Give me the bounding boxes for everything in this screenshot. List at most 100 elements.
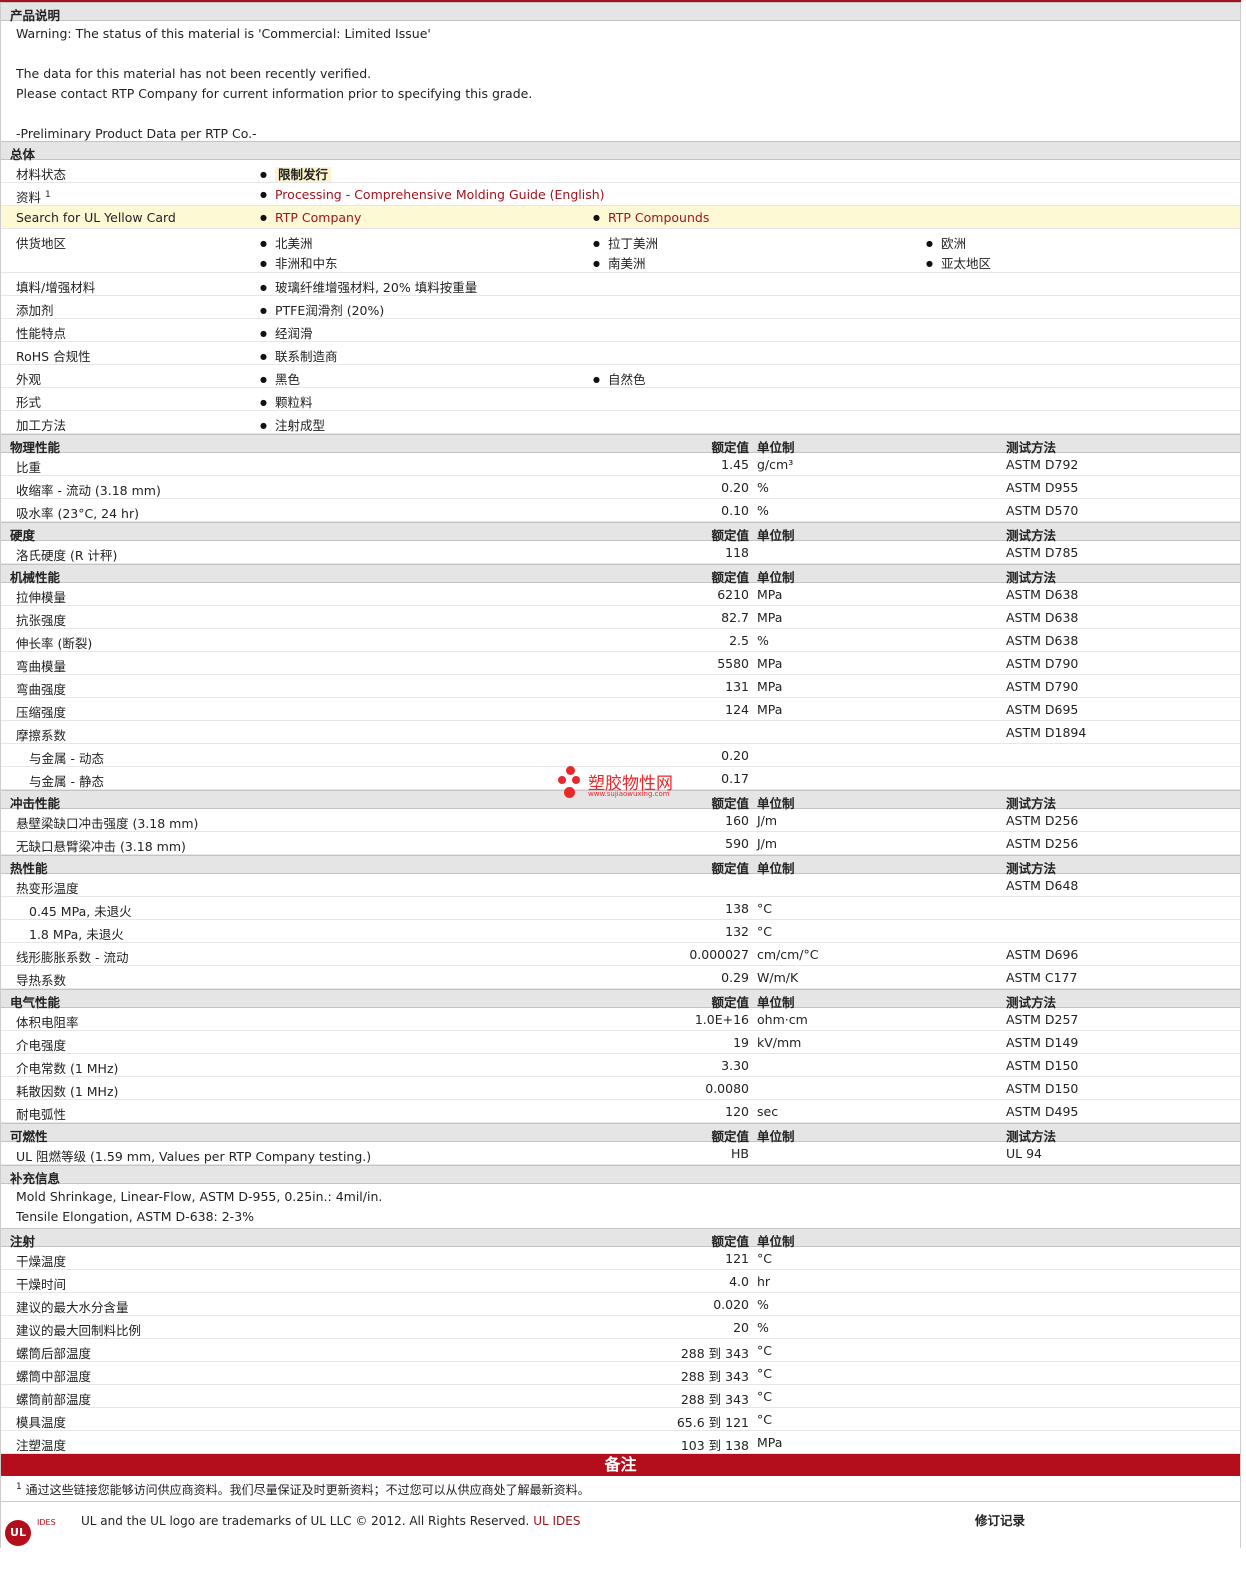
property-row: 线形膨胀系数 - 流动 0.000027 cm/cm/°C ASTM D696 [1,943,1240,966]
section-header-description: 产品说明 [1,2,1240,23]
property-value: HB [731,1146,749,1161]
row-filler: 填料/增强材料 玻璃纤维增强材料, 20% 填料按重量 [1,273,1240,296]
property-unit: % [757,633,769,648]
property-value: 65.6 到 121 [676,1415,749,1430]
section-title: 产品说明 [10,8,61,23]
description-block: Warning: The status of this material is … [1,21,1240,141]
property-value: 82.7 [721,610,749,625]
test-method: ASTM D149 [1006,1035,1079,1050]
property-value: 160 [725,813,749,828]
property-row: 洛氏硬度 (R 计秤) 118 ASTM D785 [1,541,1240,564]
row-label: 添加剂 [16,303,54,318]
property-label: 建议的最大水分含量 [16,1300,129,1315]
property-row: 拉伸模量 6210 MPa ASTM D638 [1,583,1240,606]
test-method: ASTM D495 [1006,1104,1079,1119]
test-method: ASTM D150 [1006,1058,1079,1073]
property-value: 6210 [717,587,749,602]
property-unit: hr [757,1274,771,1289]
property-value: 590 [725,836,749,851]
property-row: 干燥时间 4.0 hr [1,1270,1240,1293]
property-row: 耐电弧性 120 sec ASTM D495 [1,1100,1240,1123]
property-unit: MPa [757,656,783,671]
row-label: 供货地区 [16,236,67,251]
row-label: 性能特点 [16,326,67,341]
property-unit: °C [757,924,772,939]
section-header-thermal: 热性能 额定值 单位制 测试方法 [1,855,1240,876]
revision-history-link[interactable]: 修订记录 [975,1510,1025,1529]
trademark-text: UL and the UL logo are trademarks of UL … [81,1514,530,1528]
property-unit: °C [757,901,772,916]
property-row: 伸长率 (断裂) 2.5% ASTM D638 [1,629,1240,652]
ul-link-rtp-compounds[interactable]: RTP Compounds [608,210,709,225]
property-unit: % [757,1297,769,1312]
property-label: 螺筒中部温度 [16,1369,92,1384]
property-row: 比重 1.45 g/cm³ ASTM D792 [1,453,1240,476]
property-unit: ohm·cm [757,1012,808,1027]
property-row: 干燥温度 121 °C [1,1247,1240,1270]
row-feature: 性能特点 经润滑 [1,319,1240,342]
property-value: 0.10 [721,503,749,518]
ul-link-rtp-company[interactable]: RTP Company [275,210,361,225]
property-row: 导热系数 0.29 W/m/K ASTM C177 [1,966,1240,989]
test-method: UL 94 [1006,1146,1042,1161]
section-header-flammability: 可燃性 额定值 单位制 测试方法 [1,1123,1240,1144]
property-row: 抗张强度 82.7 MPa ASTM D638 [1,606,1240,629]
property-unit: MPa [757,610,783,625]
footnote-text-wrap: 1 通过这些链接您能够访问供应商资料。我们尽量保证及时更新资料；不过您可以从供应… [16,1481,590,1498]
property-label: 与金属 - 动态 [29,751,104,766]
ul-ides-link[interactable]: UL IDES [533,1514,580,1528]
ul-item: RTP Compounds [593,210,709,225]
property-unit: MPa [757,587,783,602]
property-label: 注塑温度 [16,1438,67,1453]
section-header-general: 总体 [1,141,1240,162]
row-status: 材料状态 限制发行 [1,160,1240,183]
test-method: ASTM D790 [1006,679,1079,694]
row-process: 加工方法 注射成型 [1,411,1240,434]
property-value: 1.45 [721,457,749,472]
property-unit: °C [757,1389,772,1404]
description-line: Please contact RTP Company for current i… [16,86,533,101]
property-value: 132 [725,924,749,939]
property-value: 118 [725,545,749,560]
test-method: ASTM D638 [1006,587,1079,602]
property-label: 弯曲强度 [16,682,67,697]
property-label: 1.8 MPa, 未退火 [29,927,124,942]
property-row: 压缩强度 124 MPa ASTM D695 [1,698,1240,721]
property-label: 无缺口悬臂梁冲击 (3.18 mm) [16,839,186,854]
section-header-injection: 注射 额定值 单位制 [1,1228,1240,1249]
property-row: 建议的最大回制料比例 20% [1,1316,1240,1339]
property-label: 耐电弧性 [16,1107,67,1122]
property-value: 120 [725,1104,749,1119]
ul-item: RTP Company [260,210,361,225]
property-row: UL 阻燃等级 (1.59 mm, Values per RTP Company… [1,1142,1240,1165]
status-value: 限制发行 [260,164,331,183]
test-method: ASTM D785 [1006,545,1079,560]
row-source: 资料 1 Processing - Comprehensive Molding … [1,183,1240,206]
property-row: 注塑温度 103 到 138 MPa [1,1431,1240,1454]
row-rohs: RoHS 合规性 联系制造商 [1,342,1240,365]
property-unit: J/m [757,813,778,828]
property-label: 压缩强度 [16,705,67,720]
property-label: 体积电阻率 [16,1015,79,1030]
property-row: 建议的最大水分含量 0.020% [1,1293,1240,1316]
property-unit: kV/mm [757,1035,802,1050]
row-label: 资料 1 [16,187,51,206]
section-header-hardness: 硬度 额定值 单位制 测试方法 [1,522,1240,543]
row-ul-search: Search for UL Yellow Card RTP Company RT… [1,206,1240,229]
test-method: ASTM D570 [1006,503,1079,518]
property-label: 热变形温度 [16,881,79,896]
property-label: 悬壁梁缺口冲击强度 (3.18 mm) [16,816,199,831]
footnote-marker: 1 [16,1482,22,1492]
property-unit: sec [757,1104,779,1119]
property-value: 20 [733,1320,749,1335]
property-unit: % [757,1320,769,1335]
property-value: 131 [725,679,749,694]
test-method: ASTM C177 [1006,970,1078,985]
property-unit: % [757,503,769,518]
footnote: 1 通过这些链接您能够访问供应商资料。我们尽量保证及时更新资料；不过您可以从供应… [1,1476,1240,1502]
row-label: 材料状态 [16,167,67,182]
row-value: 自然色 [593,369,646,388]
property-row: 与金属 - 动态 0.20 [1,744,1240,767]
source-link[interactable]: Processing - Comprehensive Molding Guide… [275,187,605,202]
property-label: 拉伸模量 [16,590,67,605]
